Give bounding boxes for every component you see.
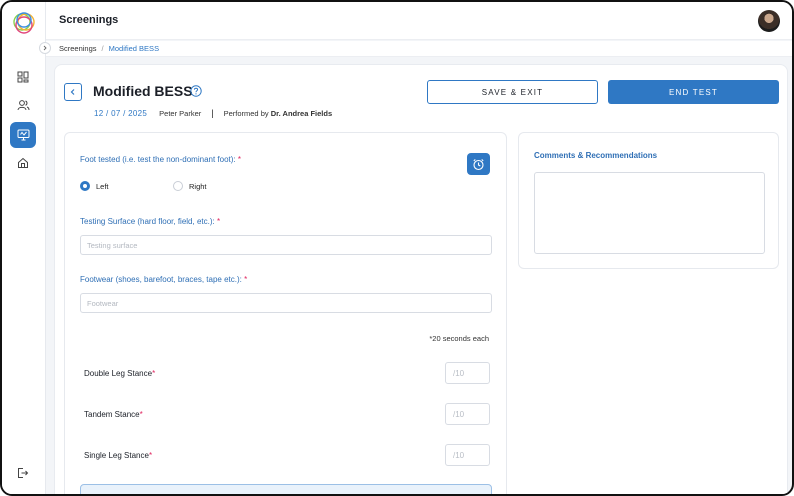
comments-title: Comments & Recommendations bbox=[534, 151, 658, 160]
single-leg-stance-label: Single Leg Stance* bbox=[84, 451, 152, 460]
header-title: Screenings bbox=[59, 14, 119, 26]
foot-radio-left[interactable]: Left bbox=[80, 181, 109, 191]
home-icon bbox=[18, 157, 28, 168]
foot-radio-right[interactable]: Right bbox=[173, 181, 207, 191]
tandem-stance-score[interactable]: /10 bbox=[445, 403, 490, 425]
dashboard-icon bbox=[17, 71, 29, 83]
footwear-input[interactable]: Footwear bbox=[80, 293, 492, 313]
breadcrumb: Screenings / Modified BESS bbox=[46, 41, 792, 57]
end-test-button[interactable]: END TEST bbox=[608, 80, 779, 104]
meta-separator: | bbox=[211, 108, 214, 118]
stance-label-text: Double Leg Stance bbox=[84, 369, 153, 378]
top-header: Screenings bbox=[46, 2, 792, 40]
test-date: 12 / 07 / 2025 bbox=[94, 108, 148, 118]
required-mark: * bbox=[244, 275, 248, 284]
back-button[interactable] bbox=[64, 83, 82, 101]
sidebar-item-home[interactable] bbox=[10, 150, 36, 176]
chevron-left-icon bbox=[70, 89, 75, 95]
timing-note: *20 seconds each bbox=[429, 334, 489, 343]
main-content: Modified BESS 12 / 07 / 2025 Peter Parke… bbox=[54, 64, 788, 494]
sidebar-item-dashboard[interactable] bbox=[10, 64, 36, 90]
comments-textarea[interactable] bbox=[534, 172, 765, 254]
timer-button[interactable] bbox=[467, 153, 490, 175]
logout-icon bbox=[18, 468, 29, 478]
users-icon bbox=[17, 100, 29, 111]
total-score-bar bbox=[80, 484, 492, 494]
breadcrumb-item-screenings[interactable]: Screenings bbox=[59, 44, 97, 53]
avatar[interactable] bbox=[758, 10, 780, 32]
required-mark: * bbox=[148, 451, 153, 460]
foot-radio-left-label: Left bbox=[96, 181, 109, 191]
help-icon[interactable] bbox=[190, 85, 202, 97]
footwear-label: Footwear (shoes, barefoot, braces, tape … bbox=[80, 275, 247, 284]
double-leg-stance-label: Double Leg Stance* bbox=[84, 369, 155, 378]
sidebar bbox=[2, 2, 46, 494]
app-window: Screenings Screenings / Modified BESS Mo… bbox=[0, 0, 794, 496]
required-mark: * bbox=[216, 217, 221, 226]
test-meta: 12 / 07 / 2025 Peter Parker | Performed … bbox=[94, 108, 332, 118]
logout-button[interactable] bbox=[10, 460, 36, 486]
sidebar-collapse-toggle[interactable] bbox=[39, 42, 51, 54]
double-leg-stance-score[interactable]: /10 bbox=[445, 362, 490, 384]
foot-radio-right-label: Right bbox=[189, 181, 207, 191]
testing-surface-input[interactable]: Testing surface bbox=[80, 235, 492, 255]
foot-tested-label-text: Foot tested (i.e. test the non-dominant … bbox=[80, 155, 236, 164]
radio-unselected-indicator[interactable] bbox=[173, 181, 183, 191]
footwear-label-text: Footwear (shoes, barefoot, braces, tape … bbox=[80, 275, 242, 284]
breadcrumb-item-current: Modified BESS bbox=[108, 44, 160, 53]
sidebar-item-users[interactable] bbox=[10, 92, 36, 118]
save-exit-button[interactable]: SAVE & EXIT bbox=[427, 80, 598, 104]
testing-surface-label: Testing Surface (hard floor, field, etc.… bbox=[80, 217, 220, 226]
performed-by-name: Dr. Andrea Fields bbox=[270, 108, 333, 118]
breadcrumb-separator: / bbox=[101, 44, 104, 53]
required-mark: * bbox=[152, 369, 156, 378]
foot-tested-label: Foot tested (i.e. test the non-dominant … bbox=[80, 155, 241, 164]
testing-surface-label-text: Testing Surface (hard floor, field, etc.… bbox=[80, 217, 215, 226]
sidebar-item-screenings[interactable] bbox=[10, 122, 36, 148]
chevron-right-icon bbox=[43, 45, 47, 51]
radio-selected-indicator[interactable] bbox=[80, 181, 90, 191]
comments-panel: Comments & Recommendations bbox=[518, 132, 779, 269]
stance-label-text: Single Leg Stance bbox=[84, 451, 149, 460]
tandem-stance-label: Tandem Stance* bbox=[84, 410, 143, 419]
alarm-clock-icon bbox=[473, 158, 484, 170]
performed-by-prefix: Performed by bbox=[223, 108, 269, 118]
stance-label-text: Tandem Stance bbox=[84, 410, 140, 419]
patient-name: Peter Parker bbox=[159, 108, 202, 118]
screening-icon bbox=[17, 129, 29, 141]
required-mark: * bbox=[139, 410, 143, 419]
required-mark: * bbox=[237, 155, 241, 164]
page-title: Modified BESS bbox=[93, 83, 193, 99]
single-leg-stance-score[interactable]: /10 bbox=[445, 444, 490, 466]
test-form: Foot tested (i.e. test the non-dominant … bbox=[64, 132, 507, 494]
app-logo bbox=[13, 12, 35, 34]
